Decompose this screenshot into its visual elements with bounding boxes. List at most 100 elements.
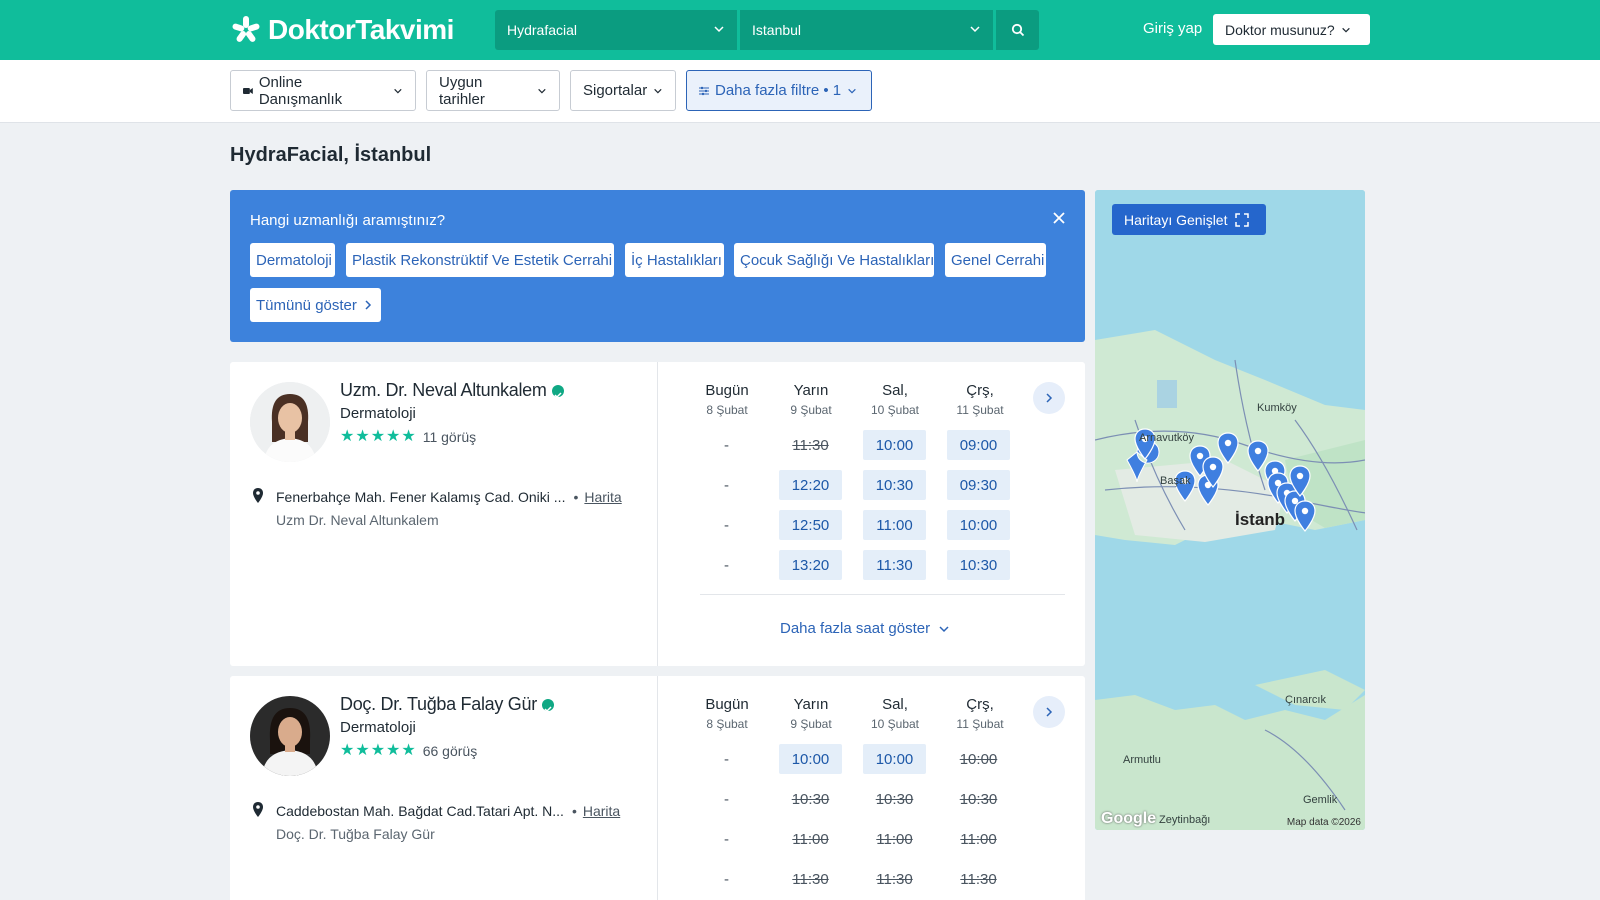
map-pin-icon[interactable]: [1293, 500, 1317, 532]
day-name: Çrş,: [966, 382, 994, 399]
map-pin-icon[interactable]: [1201, 456, 1225, 488]
day-header: Bugün 8 Şubat: [692, 382, 762, 417]
chevron-down-icon: [714, 26, 724, 33]
sliders-icon: [699, 86, 709, 95]
city-select[interactable]: Istanbul: [740, 10, 993, 50]
day-name: Sal,: [882, 382, 908, 399]
city-select-value: Istanbul: [752, 22, 802, 38]
doctor-name-text: Doç. Dr. Tuğba Falay Gür: [340, 694, 537, 714]
time-slot-button[interactable]: 09:00: [947, 430, 1010, 460]
verified-badge-icon: [551, 384, 564, 398]
time-slot-button[interactable]: 10:00: [863, 744, 926, 774]
review-count[interactable]: 66 görüş: [423, 743, 477, 759]
insurance-filter[interactable]: Sigortalar: [570, 70, 676, 111]
star-icon: ★: [340, 428, 355, 445]
rating[interactable]: ★ ★ ★ ★ ★ 11 görüş: [340, 428, 476, 446]
chevron-down-icon: [939, 625, 949, 632]
star-icon: ★: [355, 428, 370, 445]
doctor-menu-button[interactable]: Doktor musunuz?: [1213, 14, 1370, 45]
chevron-right-icon: [1046, 393, 1053, 403]
specialty-chip[interactable]: Plastik Rekonstrüktif Ve Estetik Cerrahi: [346, 243, 614, 277]
booked-slot: 11:30: [792, 436, 829, 454]
booked-slot: 11:30: [792, 870, 829, 888]
map-pin-icon[interactable]: [1288, 465, 1312, 497]
empty-slot: -: [724, 516, 729, 534]
time-slot-button[interactable]: 10:00: [863, 430, 926, 460]
specialty-chip[interactable]: Dermatoloji: [250, 243, 335, 277]
calendar-next-button[interactable]: [1033, 382, 1065, 414]
day-date: 11 Şubat: [956, 717, 1004, 731]
empty-slot: -: [724, 436, 729, 454]
separator-dot: •: [573, 489, 579, 505]
review-count[interactable]: 11 görüş: [423, 429, 476, 445]
time-slot-button[interactable]: 10:00: [947, 510, 1010, 540]
login-link[interactable]: Giriş yap: [1143, 20, 1202, 37]
doctor-name[interactable]: Uzm. Dr. Neval Altunkalem: [340, 380, 564, 401]
more-hours-label: Daha fazla saat göster: [780, 620, 931, 637]
specialty-select[interactable]: Hydrafacial: [495, 10, 737, 50]
google-logo: Google: [1101, 810, 1157, 827]
show-all-specialties-button[interactable]: Tümünü göster: [250, 288, 381, 322]
doctor-card: Uzm. Dr. Neval Altunkalem Dermatoloji ★ …: [230, 362, 1085, 666]
doctor-name[interactable]: Doç. Dr. Tuğba Falay Gür: [340, 694, 554, 715]
time-slot-button[interactable]: 11:00: [863, 510, 926, 540]
time-slot-button[interactable]: 10:30: [863, 470, 926, 500]
search-button[interactable]: [996, 10, 1039, 50]
map[interactable]: Haritayı Genişlet Kumköy Arnavutköy Başa…: [1095, 190, 1365, 830]
map-place-label: Zeytinbağı: [1159, 814, 1211, 826]
map-place-label: Kumköy: [1257, 402, 1297, 414]
time-slot-button[interactable]: 11:30: [863, 550, 926, 580]
logo[interactable]: DoktorTakvimi: [230, 12, 454, 48]
specialty-question: Hangi uzmanlığı aramıştınız?: [250, 212, 446, 229]
specialty-suggestion-box: Hangi uzmanlığı aramıştınız? Dermatoloji…: [230, 190, 1085, 342]
available-dates-filter[interactable]: Uygun tarihler: [426, 70, 560, 111]
logo-text: DoktorTakvimi: [268, 14, 454, 45]
day-header: Sal, 10 Şubat: [860, 696, 930, 731]
empty-slot: -: [724, 476, 729, 494]
map-link[interactable]: Harita: [584, 489, 621, 505]
empty-slot: -: [724, 830, 729, 848]
day-date: 10 Şubat: [870, 717, 920, 731]
day-header: Yarın 9 Şubat: [776, 696, 846, 731]
day-date: 11 Şubat: [956, 403, 1004, 417]
specialty-chip[interactable]: Genel Cerrahi: [945, 243, 1046, 277]
day-name: Çrş,: [966, 696, 994, 713]
insurance-filter-label: Sigortalar: [583, 82, 648, 99]
star-icon: ★: [370, 428, 386, 445]
show-more-hours-button[interactable]: Daha fazla saat göster: [780, 620, 950, 637]
calendar-next-button[interactable]: [1033, 696, 1065, 728]
doctor-specialty: Dermatoloji: [340, 405, 416, 422]
rating[interactable]: ★ ★ ★ ★ ★ 66 görüş: [340, 742, 477, 760]
page-title: HydraFacial, İstanbul: [230, 144, 432, 166]
day-name: Bugün: [705, 382, 749, 399]
time-slot-button[interactable]: 12:50: [779, 510, 842, 540]
day-date: 9 Şubat: [790, 717, 832, 731]
star-icon: ★: [370, 742, 386, 759]
booked-slot: 10:30: [791, 790, 830, 808]
map-place-label: İstanb: [1235, 510, 1286, 529]
star-icon: ★: [340, 742, 355, 759]
card-divider: [657, 676, 658, 900]
map-place-label: Armutlu: [1123, 754, 1161, 766]
time-slot-button[interactable]: 12:20: [779, 470, 842, 500]
time-slot-button[interactable]: 10:00: [779, 744, 842, 774]
separator-dot: •: [571, 803, 577, 819]
avatar[interactable]: [250, 382, 330, 462]
online-consultation-filter[interactable]: Online Danışmanlık: [230, 70, 416, 111]
time-slot-button[interactable]: 10:30: [947, 550, 1010, 580]
day-header: Yarın 9 Şubat: [776, 382, 846, 417]
doctor-address: Caddebostan Mah. Bağdat Cad.Tatari Apt. …: [276, 803, 620, 819]
time-slot-button[interactable]: 09:30: [947, 470, 1010, 500]
avatar[interactable]: [250, 696, 330, 776]
doctor-name-text: Uzm. Dr. Neval Altunkalem: [340, 380, 547, 400]
close-icon[interactable]: [1051, 210, 1067, 226]
more-filters-button[interactable]: Daha fazla filtre • 1: [686, 70, 872, 111]
specialty-chip[interactable]: İç Hastalıkları: [625, 243, 724, 277]
map-link[interactable]: Harita: [583, 803, 620, 819]
logo-star-icon: [230, 14, 262, 46]
day-date: 10 Şubat: [870, 403, 920, 417]
video-icon: [243, 87, 253, 94]
time-slot-button[interactable]: 13:20: [779, 550, 842, 580]
specialty-chip[interactable]: Çocuk Sağlığı Ve Hastalıkları: [734, 243, 934, 277]
expand-map-button[interactable]: Haritayı Genişlet: [1112, 204, 1266, 235]
